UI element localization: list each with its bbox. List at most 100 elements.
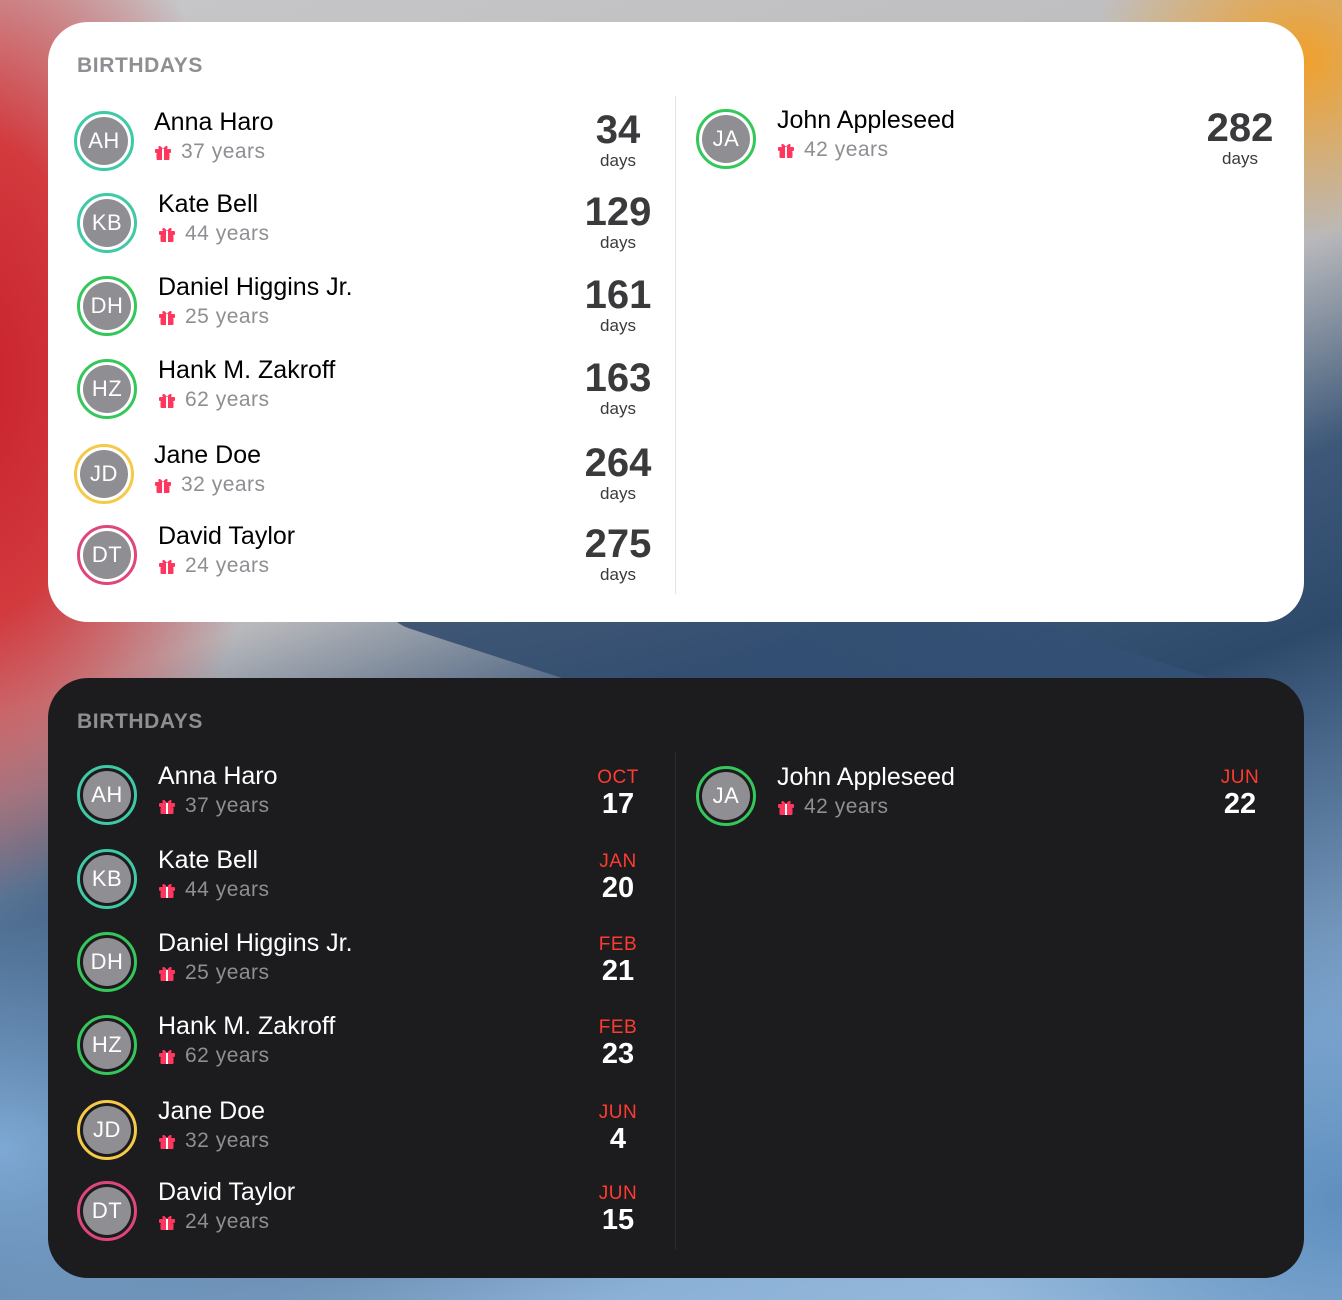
birthdays-widget-dark[interactable]: BIRTHDAYS AH Anna Haro 37 years OCT 17 K… — [48, 678, 1304, 1278]
days-label: days — [600, 233, 636, 252]
gift-icon — [159, 559, 175, 574]
avatar-initials: KB — [91, 210, 123, 235]
days-label: days — [600, 316, 636, 335]
birthday-day: 17 — [601, 788, 635, 820]
contact-age: 37 years — [154, 140, 266, 164]
contact-age: 44 years — [158, 878, 270, 902]
avatar: HZ — [77, 359, 137, 419]
birthday-day: 22 — [1223, 788, 1257, 820]
birthday-entry[interactable]: DT David Taylor 24 years JUN 15 — [77, 1178, 677, 1248]
avatar-initials: JD — [90, 461, 118, 486]
days-label: days — [600, 484, 636, 503]
days-count: 129 — [584, 190, 652, 234]
avatar: KB — [77, 849, 137, 909]
birthday-day: 21 — [601, 955, 635, 987]
avatar-initials: HZ — [91, 376, 123, 401]
birthday-entry[interactable]: JA John Appleseed 42 years JUN 22 — [696, 763, 1286, 833]
birthday-entry[interactable]: JD Jane Doe 32 years 264 days — [74, 441, 674, 511]
contact-age: 44 years — [158, 222, 270, 246]
birthdays-widget-light[interactable]: BIRTHDAYS AH Anna Haro 37 years 34 days … — [48, 22, 1304, 622]
birthday-month: JAN — [599, 851, 637, 872]
birthday-entry[interactable]: JD Jane Doe 32 years JUN 4 — [77, 1097, 677, 1167]
days-count: 275 — [584, 522, 652, 566]
birthday-entry[interactable]: AH Anna Haro 37 years 34 days — [74, 108, 674, 178]
birthday-entry[interactable]: DH Daniel Higgins Jr. 25 years FEB 21 — [77, 929, 677, 999]
avatar-initials: DT — [91, 542, 123, 567]
avatar-initials: KB — [91, 866, 123, 891]
birthday-entry[interactable]: DH Daniel Higgins Jr. 25 years 161 days — [77, 273, 677, 343]
avatar-initials: AH — [91, 782, 123, 807]
contact-name: David Taylor — [158, 1178, 296, 1206]
birthday-entry[interactable]: KB Kate Bell 44 years 129 days — [77, 190, 677, 260]
gift-icon — [155, 478, 171, 493]
contact-name: Kate Bell — [158, 190, 259, 218]
birthday-entry[interactable]: KB Kate Bell 44 years JAN 20 — [77, 846, 677, 916]
days-countdown: 163 days — [568, 356, 668, 418]
days-countdown: 264 days — [568, 441, 668, 503]
gift-icon — [778, 800, 794, 815]
contact-name: Jane Doe — [154, 441, 262, 469]
contact-age: 24 years — [158, 554, 270, 578]
days-count: 264 — [584, 441, 652, 485]
birthday-month: OCT — [597, 767, 639, 788]
birthday-entry[interactable]: DT David Taylor 24 years 275 days — [77, 522, 677, 592]
avatar: DH — [77, 932, 137, 992]
avatar-initials: AH — [88, 128, 120, 153]
avatar: KB — [77, 193, 137, 253]
birthday-entry[interactable]: HZ Hank M. Zakroff 62 years 163 days — [77, 356, 677, 426]
contact-name: Anna Haro — [158, 762, 278, 790]
birthday-date: FEB 23 — [568, 1018, 668, 1071]
birthday-date: JAN 20 — [568, 851, 668, 905]
days-countdown: 161 days — [568, 273, 668, 335]
avatar: HZ — [77, 1015, 137, 1075]
contact-name: Kate Bell — [158, 846, 259, 874]
contact-age: 62 years — [158, 1044, 270, 1068]
contact-name: Anna Haro — [154, 108, 274, 136]
contact-name: Jane Doe — [158, 1097, 266, 1125]
days-label: days — [600, 151, 636, 170]
widget-heading: BIRTHDAYS — [77, 710, 203, 733]
birthday-entry[interactable]: HZ Hank M. Zakroff 62 years FEB 23 — [77, 1012, 677, 1082]
days-label: days — [1222, 149, 1258, 168]
birthday-day: 15 — [601, 1204, 635, 1236]
birthday-day: 23 — [601, 1038, 635, 1070]
gift-icon — [155, 145, 171, 160]
contact-age: 32 years — [154, 473, 266, 497]
contact-age: 25 years — [158, 305, 270, 329]
avatar: JA — [696, 766, 756, 826]
birthday-entry[interactable]: AH Anna Haro 37 years OCT 17 — [77, 762, 677, 832]
gift-icon — [159, 227, 175, 242]
contact-name: John Appleseed — [777, 763, 955, 791]
birthday-day: 4 — [609, 1123, 627, 1155]
days-countdown: 129 days — [568, 190, 668, 252]
contact-name: Daniel Higgins Jr. — [158, 273, 353, 301]
birthday-date: OCT 17 — [568, 767, 668, 821]
days-countdown: 34 days — [568, 108, 668, 170]
gift-icon — [159, 1134, 175, 1149]
days-count: 161 — [584, 273, 652, 317]
avatar-initials: JA — [712, 126, 740, 151]
birthday-month: JUN — [1220, 767, 1260, 788]
contact-name: Hank M. Zakroff — [158, 1012, 336, 1040]
contact-age: 42 years — [777, 138, 889, 162]
gift-icon — [159, 393, 175, 408]
birthday-entry[interactable]: JA John Appleseed 42 years 282 days — [696, 106, 1286, 176]
avatar: DH — [77, 276, 137, 336]
days-label: days — [600, 399, 636, 418]
avatar: DT — [77, 1181, 137, 1241]
gift-icon — [159, 883, 175, 898]
gift-icon — [778, 143, 794, 158]
column-divider — [675, 96, 676, 594]
contact-name: Daniel Higgins Jr. — [158, 929, 353, 957]
gift-icon — [159, 966, 175, 981]
birthday-day: 20 — [601, 872, 635, 904]
contact-age: 62 years — [158, 388, 270, 412]
avatar-initials: DT — [91, 1198, 123, 1223]
birthday-month: JUN — [598, 1183, 638, 1204]
contact-name: David Taylor — [158, 522, 296, 550]
birthday-date: FEB 21 — [568, 935, 668, 988]
avatar: JA — [696, 109, 756, 169]
contact-age: 25 years — [158, 961, 270, 985]
avatar: JD — [77, 1100, 137, 1160]
days-count: 282 — [1206, 106, 1274, 150]
